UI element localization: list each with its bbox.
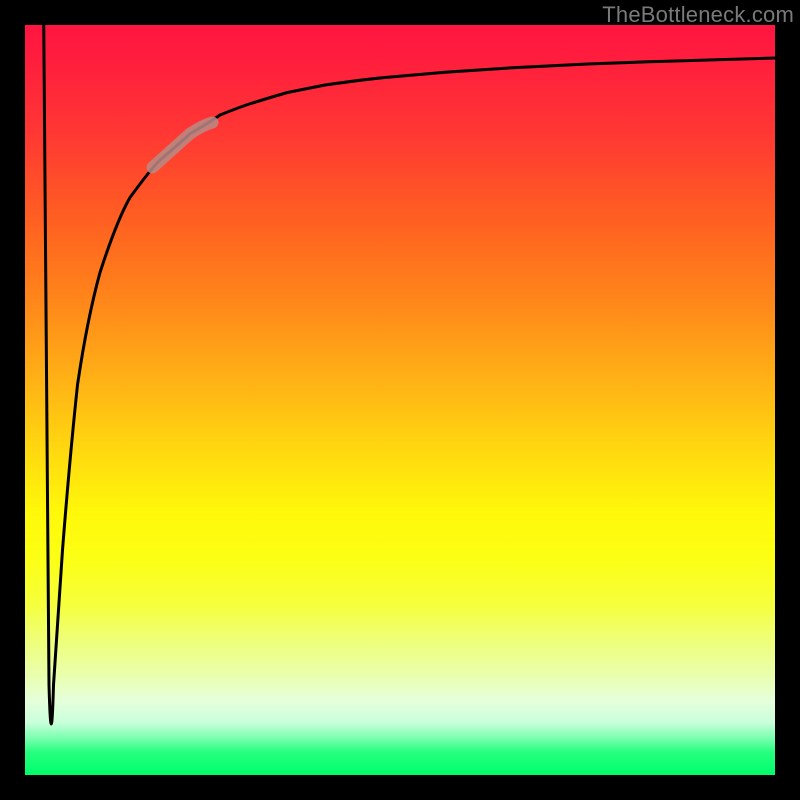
curve-layer — [25, 25, 775, 775]
chart-frame: TheBottleneck.com — [0, 0, 800, 800]
watermark-text: TheBottleneck.com — [602, 2, 794, 28]
plot-area — [25, 25, 775, 775]
highlight-segment — [153, 123, 213, 168]
spike-path — [44, 25, 54, 724]
